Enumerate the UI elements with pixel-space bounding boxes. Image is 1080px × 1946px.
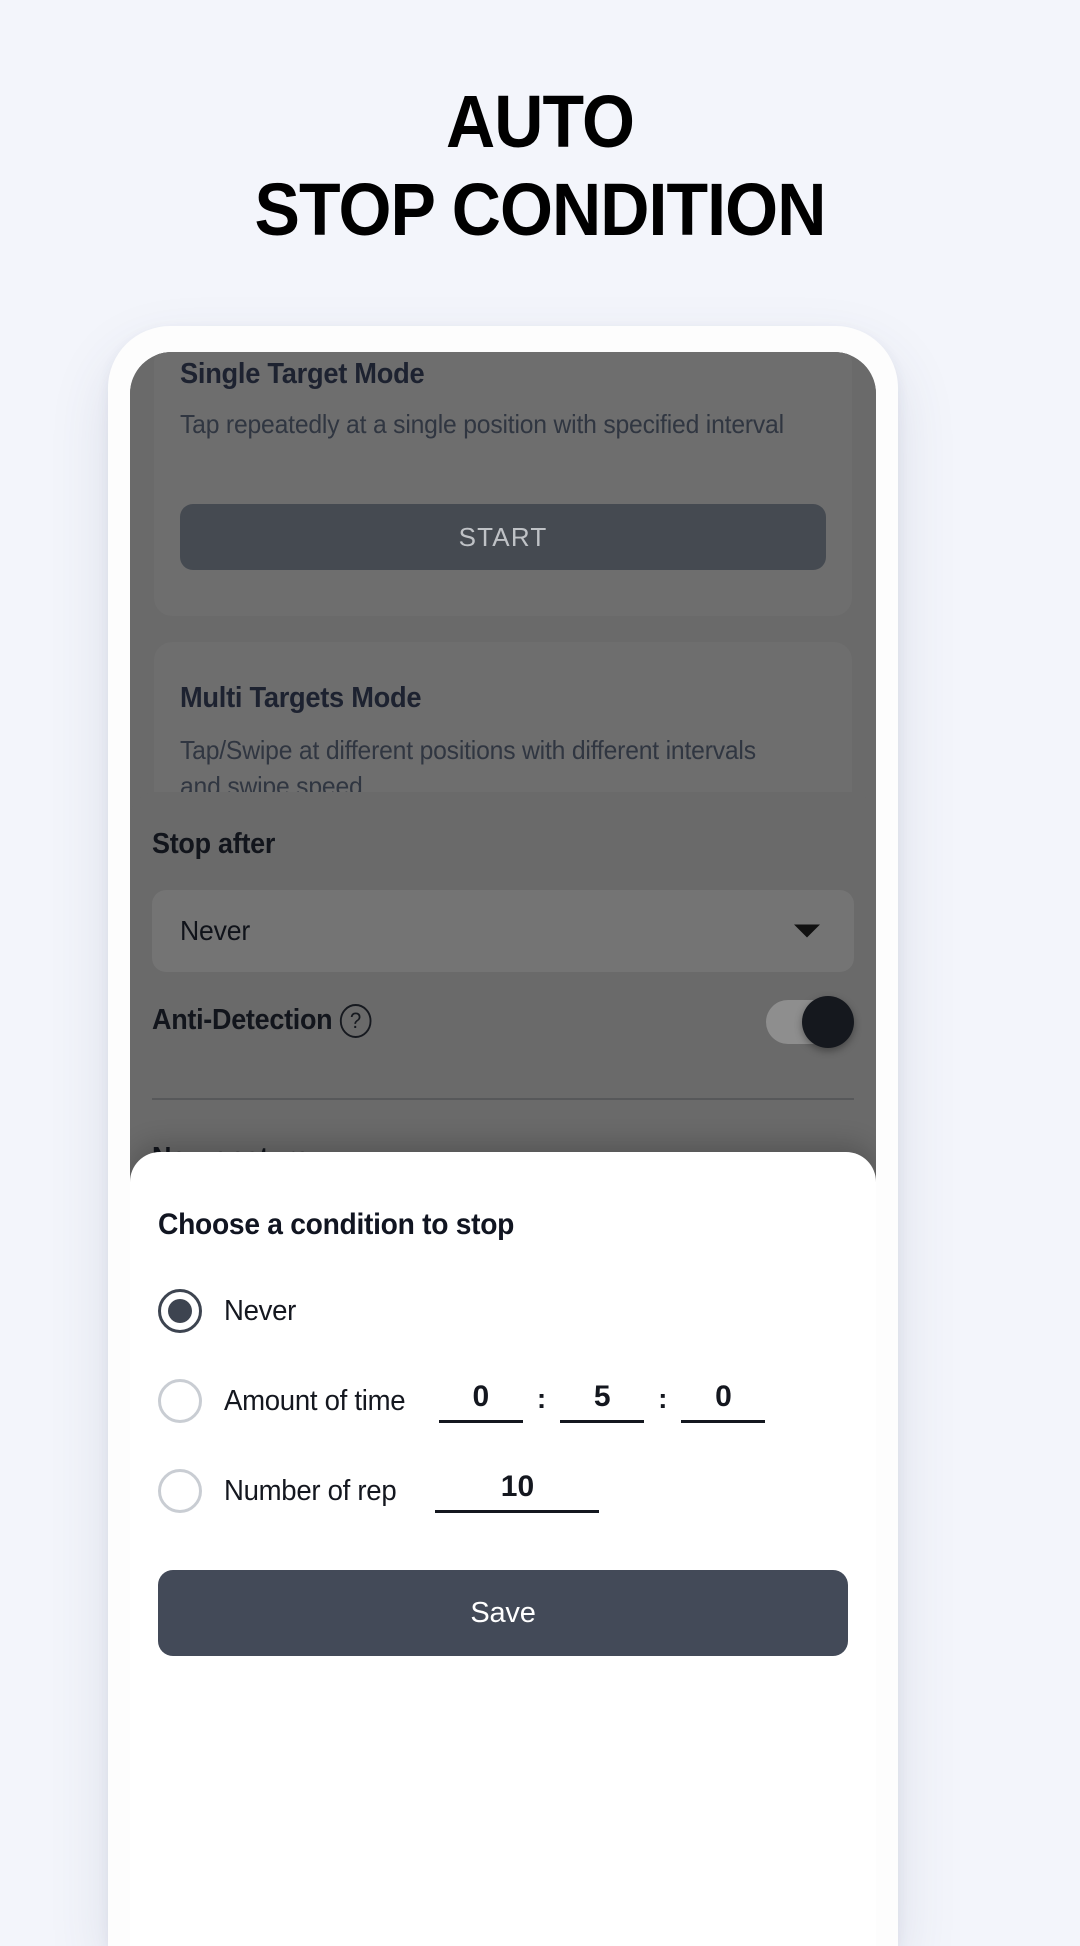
- start-button[interactable]: START: [180, 504, 826, 570]
- save-button[interactable]: Save: [158, 1570, 848, 1656]
- time-inputs: 0 : 5 : 0: [438, 1380, 766, 1423]
- option-never-label: Never: [224, 1294, 297, 1327]
- anti-detection-text: Anti-Detection: [152, 1004, 333, 1036]
- sheet-title: Choose a condition to stop: [158, 1208, 515, 1241]
- radio-never-dot: [168, 1299, 192, 1323]
- radio-never[interactable]: [158, 1289, 202, 1333]
- single-target-title: Single Target Mode: [180, 358, 425, 390]
- rep-count-input[interactable]: 10: [435, 1470, 600, 1513]
- option-never[interactable]: Never: [158, 1280, 848, 1342]
- page-title-line-2: STOP CONDITION: [254, 168, 827, 251]
- time-separator-1: :: [536, 1382, 547, 1414]
- phone-mockup: Single Target Mode Tap repeatedly at a s…: [108, 326, 898, 1946]
- page-title: AUTO STOP CONDITION: [43, 78, 1037, 254]
- help-icon[interactable]: ?: [339, 1004, 372, 1039]
- option-amount-of-time-label: Amount of time: [224, 1384, 406, 1417]
- radio-amount-of-time[interactable]: [158, 1379, 202, 1423]
- option-number-of-rep[interactable]: Number of rep 10: [158, 1460, 848, 1522]
- card-single-target-mode[interactable]: Single Target Mode Tap repeatedly at a s…: [154, 352, 852, 616]
- phone-screen: Single Target Mode Tap repeatedly at a s…: [130, 352, 876, 1946]
- time-minutes-input[interactable]: 5: [560, 1380, 645, 1423]
- stop-condition-bottom-sheet: Choose a condition to stop Never Amount …: [130, 1152, 876, 1946]
- stop-after-value: Never: [180, 915, 251, 946]
- anti-detection-toggle[interactable]: [766, 996, 854, 1048]
- time-separator-2: :: [658, 1382, 668, 1414]
- option-amount-of-time[interactable]: Amount of time 0 : 5 : 0: [158, 1370, 848, 1432]
- stop-after-dropdown[interactable]: Never: [152, 890, 854, 972]
- time-hours-input[interactable]: 0: [438, 1380, 523, 1423]
- toggle-knob: [802, 996, 854, 1048]
- option-number-of-rep-label: Number of rep: [224, 1474, 397, 1507]
- settings-divider: [152, 1098, 854, 1100]
- page-title-line-1: AUTO: [446, 80, 635, 163]
- chevron-down-icon[interactable]: [794, 924, 820, 938]
- stop-after-label: Stop after: [152, 828, 276, 860]
- time-seconds-input[interactable]: 0: [681, 1380, 766, 1423]
- single-target-description: Tap repeatedly at a single position with…: [180, 409, 784, 439]
- anti-detection-label: Anti-Detection ?: [152, 1004, 372, 1039]
- multi-target-title: Multi Targets Mode: [180, 682, 422, 714]
- radio-number-of-rep[interactable]: [158, 1469, 202, 1513]
